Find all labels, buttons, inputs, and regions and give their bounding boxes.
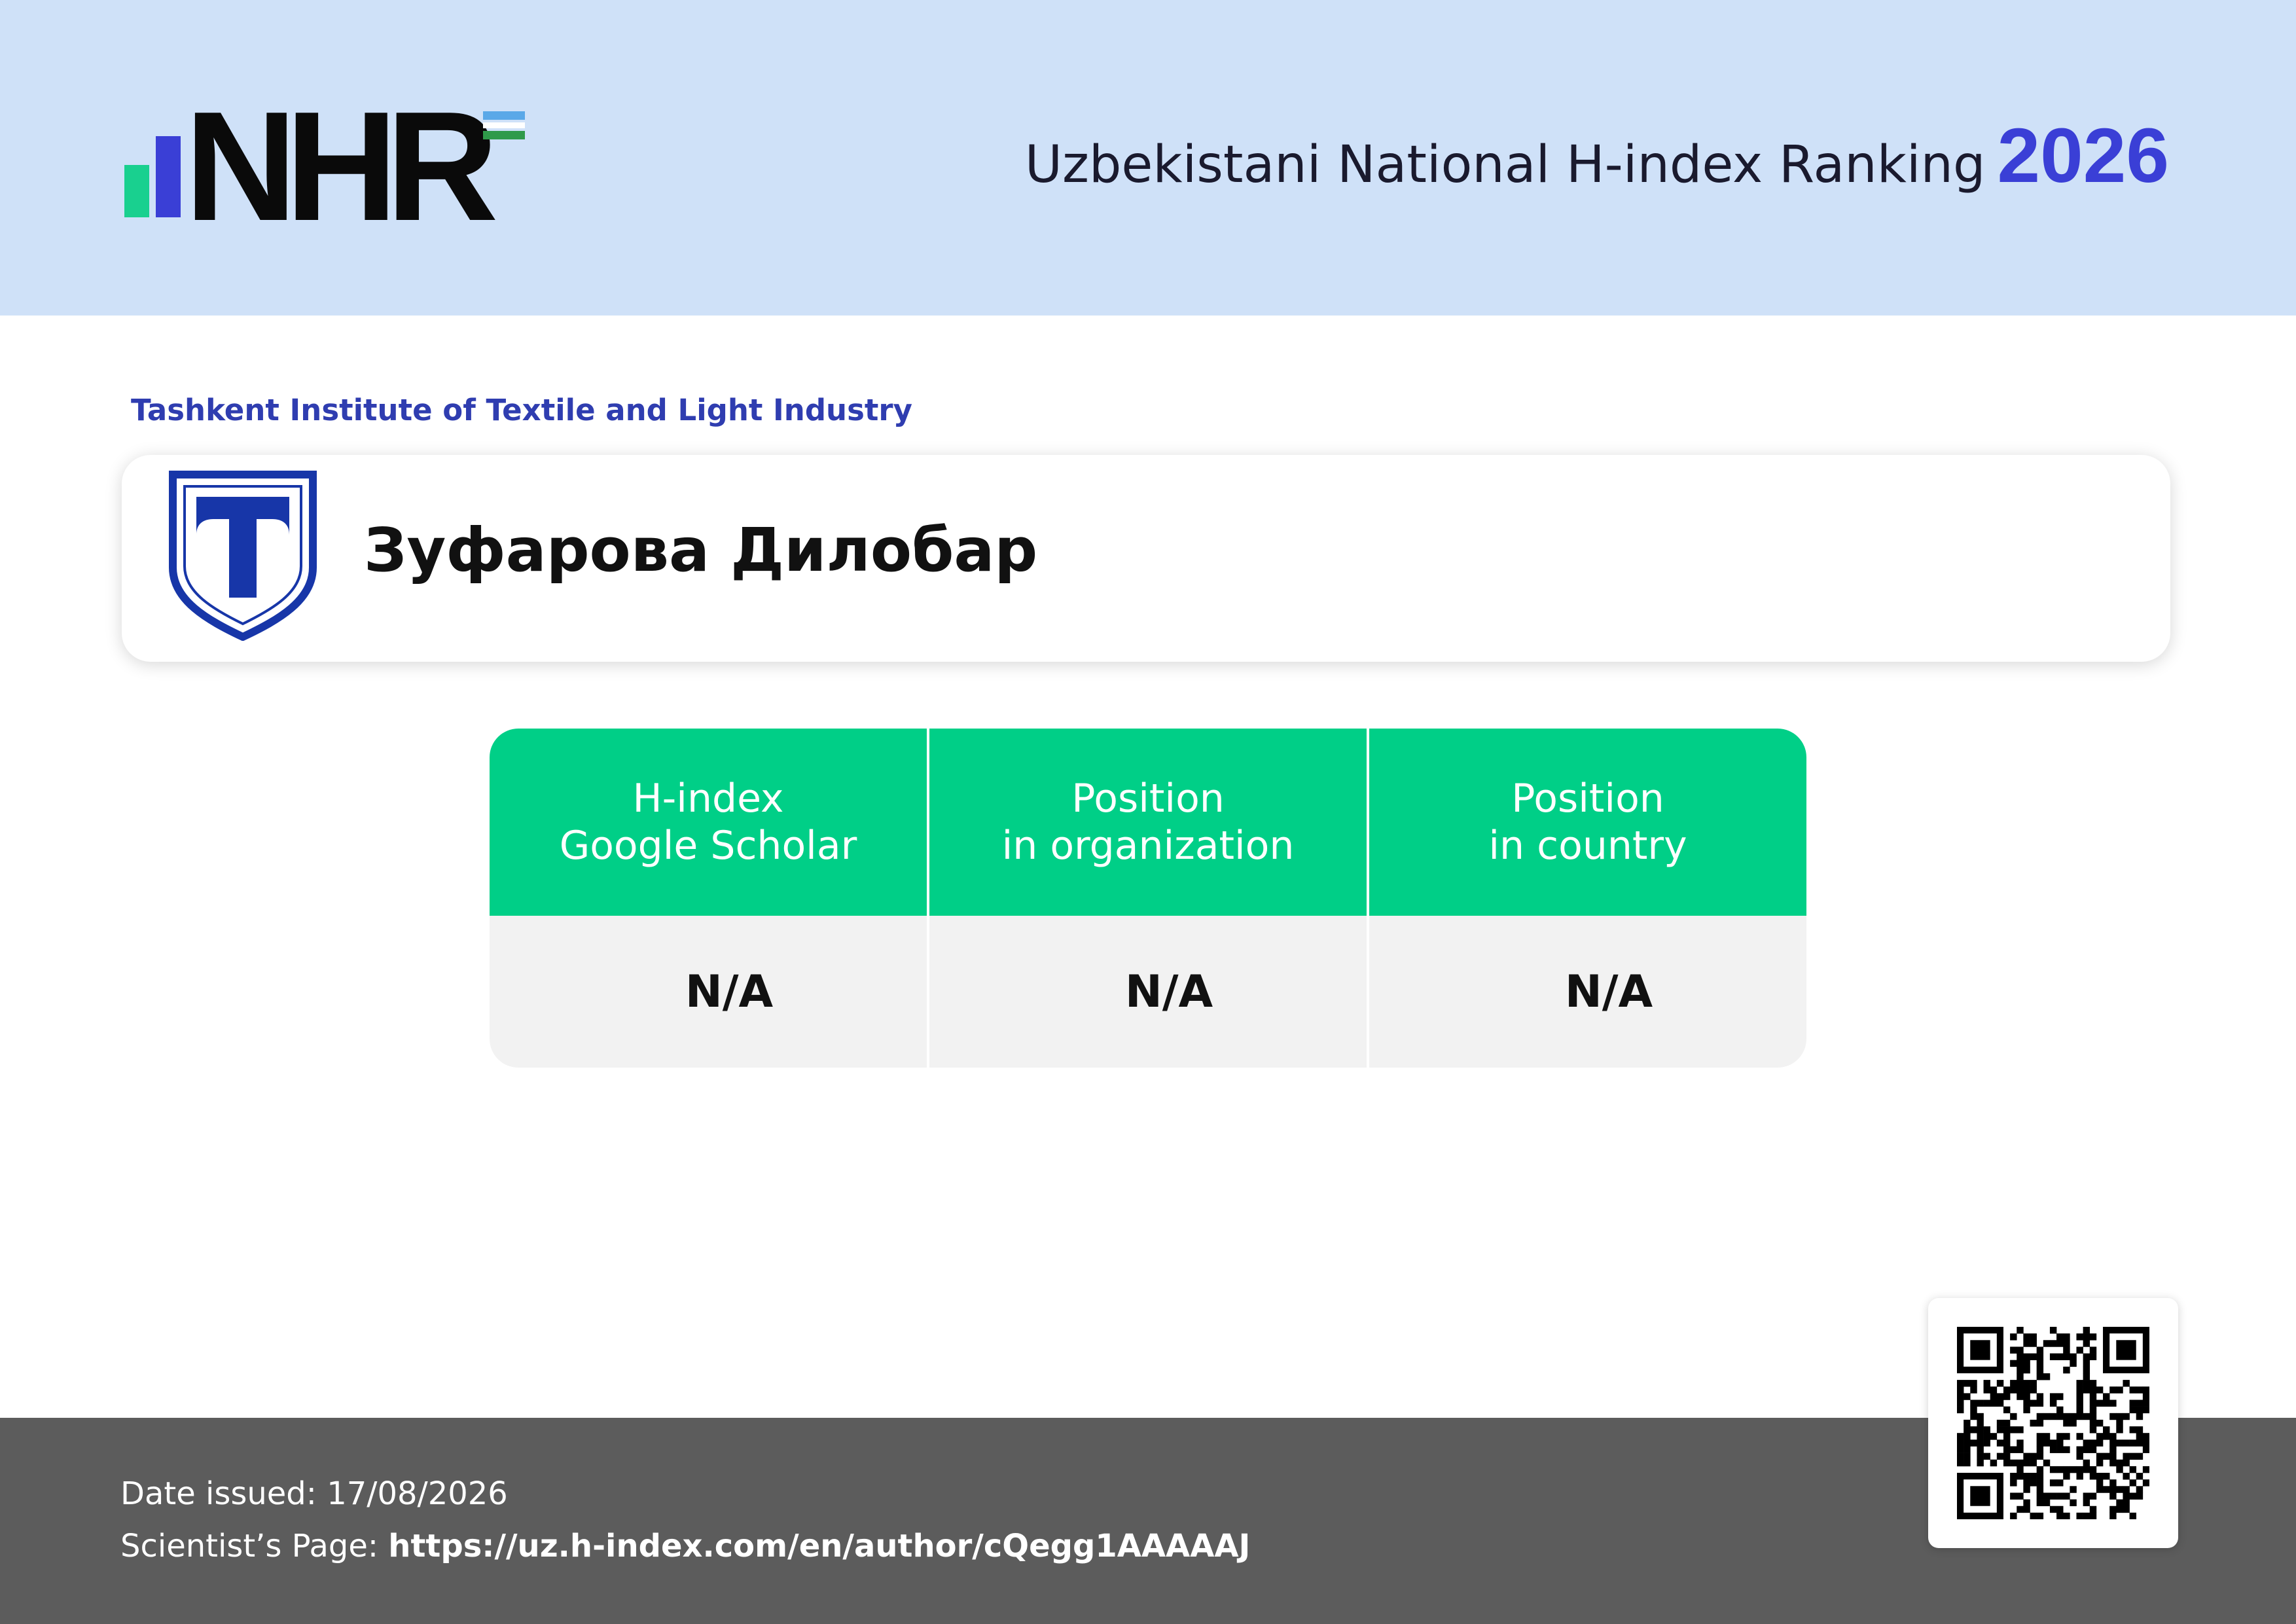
stat-position-organization: Position in organization N/A [929,729,1367,1070]
stat-value: N/A [1369,916,1806,1068]
stat-hindex: H-index Google Scholar N/A [490,729,927,1070]
scientist-page: Scientist’s Page: https://uz.h-index.com… [120,1528,1250,1564]
stat-header-line2: Google Scholar [559,823,857,869]
ranking-title: Uzbekistani National H-index Ranking 2026 [1025,111,2169,200]
stat-header-line1: Position [1511,776,1664,821]
stat-position-country: Position in country N/A [1369,729,1806,1070]
header-banner: NHR Uzbekistani National H-index Ranking… [0,0,2296,316]
logo-text: NHR [185,80,499,253]
ranking-year: 2026 [1997,113,2169,199]
stat-value: N/A [929,916,1367,1068]
stat-header-line1: Position [1071,776,1225,821]
scientist-name: Зуфарова Дилобар [364,515,1038,585]
stat-header-line1: H-index [632,776,784,821]
scientist-page-link[interactable]: https://uz.h-index.com/en/author/cQegg1A… [388,1528,1250,1564]
qr-code[interactable] [1928,1298,2178,1548]
logo-bar-green [124,165,149,217]
uzbek-flag-icon [483,111,525,140]
logo-bar-blue [156,136,181,217]
institute-shield-icon [168,469,318,641]
date-issued: Date issued: 17/08/2026 [120,1475,508,1512]
stats-table: H-index Google Scholar N/A Position in o… [490,729,1806,1070]
qr-code-icon [1957,1327,2149,1519]
scientist-page-label: Scientist’s Page: [120,1528,379,1564]
stat-header: Position in organization [929,729,1367,916]
nhr-logo: NHR [124,89,543,245]
stat-value: N/A [490,916,927,1068]
stat-header-line2: in country [1488,823,1687,869]
stat-header-line2: in organization [1001,823,1295,869]
scientist-card: Зуфарова Дилобар [122,455,2170,662]
ranking-title-text: Uzbekistani National H-index Ranking [1024,135,1986,194]
organization-name: Tashkent Institute of Textile and Light … [131,393,912,427]
stat-header: H-index Google Scholar [490,729,927,916]
stat-header: Position in country [1369,729,1806,916]
